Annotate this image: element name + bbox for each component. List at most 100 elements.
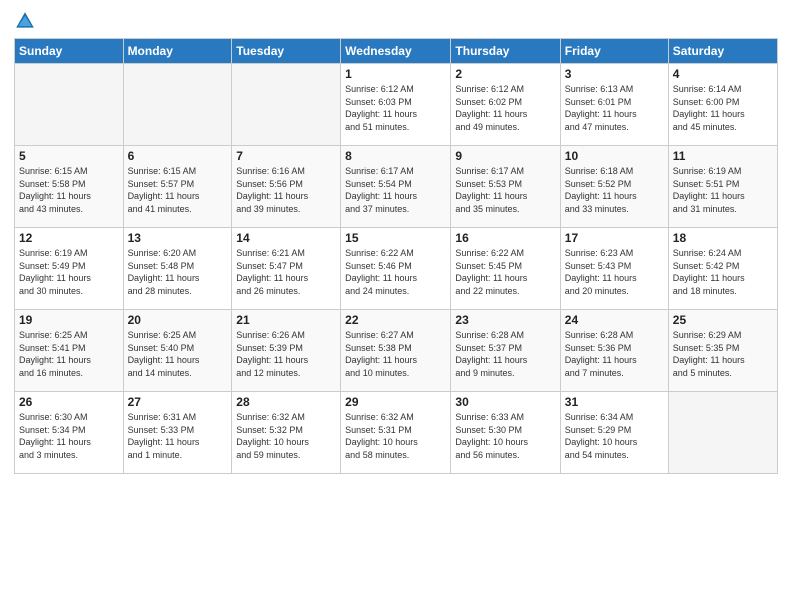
day-number: 7 [236, 149, 336, 163]
day-cell: 10Sunrise: 6:18 AM Sunset: 5:52 PM Dayli… [560, 146, 668, 228]
day-number: 30 [455, 395, 555, 409]
day-number: 3 [565, 67, 664, 81]
day-cell: 23 Sunrise: 6:28 AM Sunset: 5:37 PM Dayli… [451, 310, 560, 392]
day-cell: 17 Sunrise: 6:23 AM Sunset: 5:43 PM Dayli… [560, 228, 668, 310]
day-info: Sunrise: 6:22 AM Sunset: 5:45 PM Dayligh… [455, 247, 555, 297]
day-cell: 20 Sunrise: 6:25 AM Sunset: 5:40 PM Dayli… [123, 310, 232, 392]
day-number: 16 [455, 231, 555, 245]
day-info: Sunrise: 6:31 AM Sunset: 5:33 PM Dayligh… [128, 411, 228, 461]
day-cell: 19 Sunrise: 6:25 AM Sunset: 5:41 PM Dayli… [15, 310, 124, 392]
day-number: 31 [565, 395, 664, 409]
day-number: 27 [128, 395, 228, 409]
day-info: Sunrise: 6:25 AM Sunset: 5:40 PM Dayligh… [128, 329, 228, 379]
day-cell: 31 Sunrise: 6:34 AM Sunset: 5:29 PM Dayli… [560, 392, 668, 474]
day-number: 4 [673, 67, 773, 81]
day-info: Sunrise: 6:17 AM Sunset: 5:54 PM Dayligh… [345, 165, 446, 215]
day-info: Sunrise: 6:21 AM Sunset: 5:47 PM Dayligh… [236, 247, 336, 297]
day-cell: 3 Sunrise: 6:13 AM Sunset: 6:01 PM Daylig… [560, 64, 668, 146]
day-cell: 12Sunrise: 6:19 AM Sunset: 5:49 PM Dayli… [15, 228, 124, 310]
week-row-5: 26 Sunrise: 6:30 AM Sunset: 5:34 PM Dayli… [15, 392, 778, 474]
day-cell: 1 Sunrise: 6:12 AM Sunset: 6:03 PM Daylig… [341, 64, 451, 146]
week-row-1: 1 Sunrise: 6:12 AM Sunset: 6:03 PM Daylig… [15, 64, 778, 146]
day-info: Sunrise: 6:12 AM Sunset: 6:03 PM Dayligh… [345, 83, 446, 133]
day-info: Sunrise: 6:29 AM Sunset: 5:35 PM Dayligh… [673, 329, 773, 379]
day-cell: 22 Sunrise: 6:27 AM Sunset: 5:38 PM Dayli… [341, 310, 451, 392]
page-header [14, 10, 778, 32]
day-info: Sunrise: 6:28 AM Sunset: 5:37 PM Dayligh… [455, 329, 555, 379]
day-cell [232, 64, 341, 146]
day-cell: 14Sunrise: 6:21 AM Sunset: 5:47 PM Dayli… [232, 228, 341, 310]
day-cell: 21 Sunrise: 6:26 AM Sunset: 5:39 PM Dayli… [232, 310, 341, 392]
day-info: Sunrise: 6:28 AM Sunset: 5:36 PM Dayligh… [565, 329, 664, 379]
day-info: Sunrise: 6:16 AM Sunset: 5:56 PM Dayligh… [236, 165, 336, 215]
day-number: 23 [455, 313, 555, 327]
day-info: Sunrise: 6:15 AM Sunset: 5:57 PM Dayligh… [128, 165, 228, 215]
weekday-saturday: Saturday [668, 39, 777, 64]
day-cell [668, 392, 777, 474]
day-info: Sunrise: 6:23 AM Sunset: 5:43 PM Dayligh… [565, 247, 664, 297]
weekday-monday: Monday [123, 39, 232, 64]
day-cell: 25 Sunrise: 6:29 AM Sunset: 5:35 PM Dayli… [668, 310, 777, 392]
day-info: Sunrise: 6:19 AM Sunset: 5:51 PM Dayligh… [673, 165, 773, 215]
day-info: Sunrise: 6:13 AM Sunset: 6:01 PM Dayligh… [565, 83, 664, 133]
day-number: 6 [128, 149, 228, 163]
day-cell: 9Sunrise: 6:17 AM Sunset: 5:53 PM Daylig… [451, 146, 560, 228]
day-cell: 11 Sunrise: 6:19 AM Sunset: 5:51 PM Dayli… [668, 146, 777, 228]
day-info: Sunrise: 6:19 AM Sunset: 5:49 PM Dayligh… [19, 247, 119, 297]
day-number: 24 [565, 313, 664, 327]
day-cell: 16 Sunrise: 6:22 AM Sunset: 5:45 PM Dayli… [451, 228, 560, 310]
day-cell: 27 Sunrise: 6:31 AM Sunset: 5:33 PM Dayli… [123, 392, 232, 474]
day-cell: 7 Sunrise: 6:16 AM Sunset: 5:56 PM Daylig… [232, 146, 341, 228]
logo [14, 10, 38, 32]
day-cell [15, 64, 124, 146]
day-number: 11 [673, 149, 773, 163]
day-cell: 15Sunrise: 6:22 AM Sunset: 5:46 PM Dayli… [341, 228, 451, 310]
day-cell: 24 Sunrise: 6:28 AM Sunset: 5:36 PM Dayli… [560, 310, 668, 392]
day-info: Sunrise: 6:24 AM Sunset: 5:42 PM Dayligh… [673, 247, 773, 297]
weekday-header-row: SundayMondayTuesdayWednesdayThursdayFrid… [15, 39, 778, 64]
day-info: Sunrise: 6:34 AM Sunset: 5:29 PM Dayligh… [565, 411, 664, 461]
day-number: 28 [236, 395, 336, 409]
day-info: Sunrise: 6:32 AM Sunset: 5:31 PM Dayligh… [345, 411, 446, 461]
day-info: Sunrise: 6:33 AM Sunset: 5:30 PM Dayligh… [455, 411, 555, 461]
day-info: Sunrise: 6:15 AM Sunset: 5:58 PM Dayligh… [19, 165, 119, 215]
weekday-tuesday: Tuesday [232, 39, 341, 64]
day-number: 26 [19, 395, 119, 409]
day-number: 17 [565, 231, 664, 245]
day-cell: 30 Sunrise: 6:33 AM Sunset: 5:30 PM Dayli… [451, 392, 560, 474]
day-cell: 29Sunrise: 6:32 AM Sunset: 5:31 PM Dayli… [341, 392, 451, 474]
logo-icon [14, 10, 36, 32]
day-number: 21 [236, 313, 336, 327]
day-number: 22 [345, 313, 446, 327]
day-cell [123, 64, 232, 146]
day-cell: 8 Sunrise: 6:17 AM Sunset: 5:54 PM Daylig… [341, 146, 451, 228]
day-info: Sunrise: 6:26 AM Sunset: 5:39 PM Dayligh… [236, 329, 336, 379]
day-info: Sunrise: 6:25 AM Sunset: 5:41 PM Dayligh… [19, 329, 119, 379]
day-info: Sunrise: 6:22 AM Sunset: 5:46 PM Dayligh… [345, 247, 446, 297]
weekday-sunday: Sunday [15, 39, 124, 64]
calendar: SundayMondayTuesdayWednesdayThursdayFrid… [14, 38, 778, 474]
day-cell: 18 Sunrise: 6:24 AM Sunset: 5:42 PM Dayli… [668, 228, 777, 310]
day-number: 1 [345, 67, 446, 81]
day-number: 9 [455, 149, 555, 163]
day-number: 2 [455, 67, 555, 81]
day-number: 19 [19, 313, 119, 327]
day-number: 20 [128, 313, 228, 327]
day-cell: 5Sunrise: 6:15 AM Sunset: 5:58 PM Daylig… [15, 146, 124, 228]
day-info: Sunrise: 6:18 AM Sunset: 5:52 PM Dayligh… [565, 165, 664, 215]
day-number: 13 [128, 231, 228, 245]
day-cell: 2 Sunrise: 6:12 AM Sunset: 6:02 PM Daylig… [451, 64, 560, 146]
day-info: Sunrise: 6:14 AM Sunset: 6:00 PM Dayligh… [673, 83, 773, 133]
day-number: 18 [673, 231, 773, 245]
day-number: 8 [345, 149, 446, 163]
week-row-3: 12Sunrise: 6:19 AM Sunset: 5:49 PM Dayli… [15, 228, 778, 310]
day-info: Sunrise: 6:32 AM Sunset: 5:32 PM Dayligh… [236, 411, 336, 461]
day-info: Sunrise: 6:27 AM Sunset: 5:38 PM Dayligh… [345, 329, 446, 379]
day-cell: 4 Sunrise: 6:14 AM Sunset: 6:00 PM Daylig… [668, 64, 777, 146]
week-row-2: 5Sunrise: 6:15 AM Sunset: 5:58 PM Daylig… [15, 146, 778, 228]
weekday-friday: Friday [560, 39, 668, 64]
weekday-thursday: Thursday [451, 39, 560, 64]
day-info: Sunrise: 6:12 AM Sunset: 6:02 PM Dayligh… [455, 83, 555, 133]
day-number: 25 [673, 313, 773, 327]
day-info: Sunrise: 6:30 AM Sunset: 5:34 PM Dayligh… [19, 411, 119, 461]
